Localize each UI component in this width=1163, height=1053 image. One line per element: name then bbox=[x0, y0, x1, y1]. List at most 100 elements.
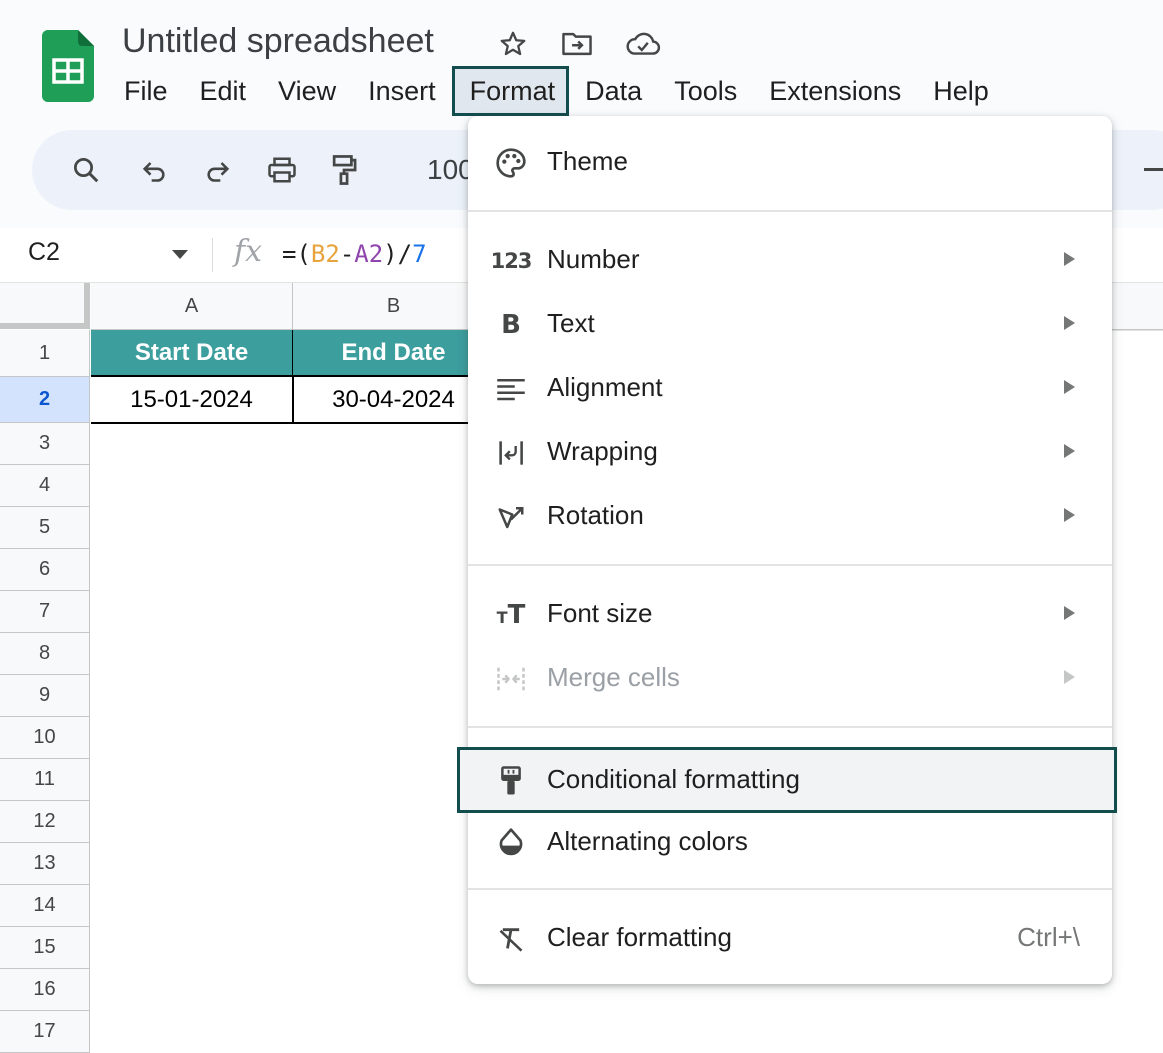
drop-icon bbox=[494, 826, 528, 860]
print-icon[interactable] bbox=[264, 152, 300, 188]
cell-a1[interactable]: Start Date bbox=[91, 330, 294, 377]
formula-input[interactable]: =(B2-A2)/7 bbox=[282, 240, 427, 268]
menu-item-label: Font size bbox=[547, 598, 653, 628]
submenu-arrow-icon bbox=[1064, 316, 1075, 330]
menu-item-rotation[interactable]: Rotation bbox=[468, 486, 1112, 546]
menu-help[interactable]: Help bbox=[917, 66, 1005, 116]
menu-divider bbox=[468, 210, 1112, 212]
star-icon[interactable] bbox=[497, 28, 529, 60]
menu-item-label: Clear formatting bbox=[547, 922, 732, 952]
submenu-arrow-icon bbox=[1064, 670, 1075, 684]
formula-token-ref-b2: B2 bbox=[310, 240, 340, 268]
submenu-arrow-icon bbox=[1064, 444, 1075, 458]
row-header[interactable]: 10 bbox=[0, 717, 90, 759]
row-header[interactable]: 13 bbox=[0, 843, 90, 885]
menu-item-label: Merge cells bbox=[547, 662, 680, 692]
row-header[interactable]: 12 bbox=[0, 801, 90, 843]
row-header[interactable]: 8 bbox=[0, 633, 90, 675]
menu-format[interactable]: Format bbox=[451, 66, 570, 116]
column-header-a[interactable]: A bbox=[91, 283, 293, 330]
name-box-dropdown-icon[interactable] bbox=[172, 250, 188, 259]
menu-item-number[interactable]: 123 Number bbox=[468, 230, 1112, 290]
column-header-b[interactable]: B bbox=[293, 283, 495, 330]
row-header[interactable]: 9 bbox=[0, 675, 90, 717]
menu-item-label: Rotation bbox=[547, 500, 644, 530]
menu-extensions[interactable]: Extensions bbox=[753, 66, 917, 116]
formula-bar-divider bbox=[212, 238, 213, 272]
menu-item-label: Number bbox=[547, 244, 640, 274]
menu-item-text[interactable]: B Text bbox=[468, 294, 1112, 354]
row-header[interactable]: 4 bbox=[0, 465, 90, 507]
formula-token-ref-a2: A2 bbox=[354, 240, 384, 268]
font-size-icon: TT bbox=[496, 600, 526, 630]
menu-divider bbox=[468, 564, 1112, 566]
formula-token: =( bbox=[282, 240, 311, 268]
search-icon[interactable] bbox=[68, 152, 104, 188]
cell-b2[interactable]: 30-04-2024 bbox=[293, 377, 496, 424]
cell-a2[interactable]: 15-01-2024 bbox=[91, 377, 294, 424]
row-header-selected[interactable]: 2 bbox=[0, 377, 90, 423]
menu-insert[interactable]: Insert bbox=[352, 66, 452, 116]
menu-item-merge-cells: Merge cells bbox=[468, 648, 1112, 708]
row-header[interactable]: 17 bbox=[0, 1011, 90, 1053]
row-header[interactable]: 1 bbox=[0, 330, 90, 377]
row-header[interactable]: 5 bbox=[0, 507, 90, 549]
menu-edit[interactable]: Edit bbox=[184, 66, 263, 116]
row-header[interactable]: 16 bbox=[0, 969, 90, 1011]
menu-tools[interactable]: Tools bbox=[658, 66, 753, 116]
menu-item-label: Wrapping bbox=[547, 436, 658, 466]
row-header[interactable]: 3 bbox=[0, 423, 90, 465]
shortcut-hint: Ctrl+\ bbox=[1017, 922, 1080, 952]
formula-token: - bbox=[339, 240, 355, 268]
menu-item-theme[interactable]: Theme bbox=[468, 132, 1112, 192]
menu-item-label: Text bbox=[547, 308, 595, 338]
decrease-font-size-icon[interactable] bbox=[1144, 168, 1163, 171]
menu-bar: File Edit View Insert Format Data Tools … bbox=[108, 66, 1005, 116]
menu-file[interactable]: File bbox=[108, 66, 184, 116]
submenu-arrow-icon bbox=[1064, 606, 1075, 620]
redo-icon[interactable] bbox=[200, 152, 236, 188]
merge-cells-icon bbox=[494, 662, 528, 696]
name-box[interactable]: C2 bbox=[28, 238, 60, 267]
formula-token: )/ bbox=[383, 240, 413, 268]
submenu-arrow-icon bbox=[1064, 252, 1075, 266]
row-header[interactable]: 7 bbox=[0, 591, 90, 633]
menu-item-alignment[interactable]: Alignment bbox=[468, 358, 1112, 418]
row-header[interactable]: 11 bbox=[0, 759, 90, 801]
cell-b1[interactable]: End Date bbox=[293, 330, 496, 377]
row-header[interactable]: 15 bbox=[0, 927, 90, 969]
clear-format-icon bbox=[494, 922, 528, 956]
number-123-icon: 123 bbox=[490, 249, 533, 273]
menu-divider bbox=[468, 726, 1112, 728]
wrap-text-icon bbox=[494, 436, 528, 470]
align-left-icon bbox=[494, 372, 528, 406]
paint-roller-icon bbox=[494, 764, 528, 798]
submenu-arrow-icon bbox=[1064, 508, 1075, 522]
paint-format-icon[interactable] bbox=[326, 152, 362, 188]
fx-icon: fx bbox=[234, 234, 263, 269]
select-all-corner[interactable] bbox=[0, 283, 90, 329]
text-rotation-icon bbox=[494, 500, 528, 534]
undo-icon[interactable] bbox=[136, 152, 172, 188]
menu-item-wrapping[interactable]: Wrapping bbox=[468, 422, 1112, 482]
menu-data[interactable]: Data bbox=[569, 66, 658, 116]
bold-icon: B bbox=[501, 310, 521, 340]
document-title[interactable]: Untitled spreadsheet bbox=[122, 22, 434, 61]
menu-item-alternating-colors[interactable]: Alternating colors bbox=[468, 812, 1112, 872]
formula-token-number: 7 bbox=[412, 240, 427, 268]
cloud-saved-icon[interactable] bbox=[624, 28, 662, 60]
menu-divider bbox=[468, 888, 1112, 890]
menu-item-label: Conditional formatting bbox=[547, 764, 800, 794]
row-header[interactable]: 6 bbox=[0, 549, 90, 591]
row-header[interactable]: 14 bbox=[0, 885, 90, 927]
menu-item-label: Alignment bbox=[547, 372, 663, 402]
format-menu: Theme 123 Number B Text Alignment Wrappi… bbox=[457, 116, 1117, 984]
menu-item-conditional-formatting[interactable]: Conditional formatting bbox=[457, 747, 1117, 813]
menu-item-label: Alternating colors bbox=[547, 826, 748, 856]
menu-item-clear-formatting[interactable]: Clear formatting Ctrl+\ bbox=[468, 908, 1112, 968]
menu-item-label: Theme bbox=[547, 146, 628, 176]
move-to-folder-icon[interactable] bbox=[561, 28, 593, 60]
menu-view[interactable]: View bbox=[262, 66, 352, 116]
sheets-logo-icon[interactable] bbox=[42, 30, 94, 102]
menu-item-font-size[interactable]: TT Font size bbox=[468, 584, 1112, 644]
